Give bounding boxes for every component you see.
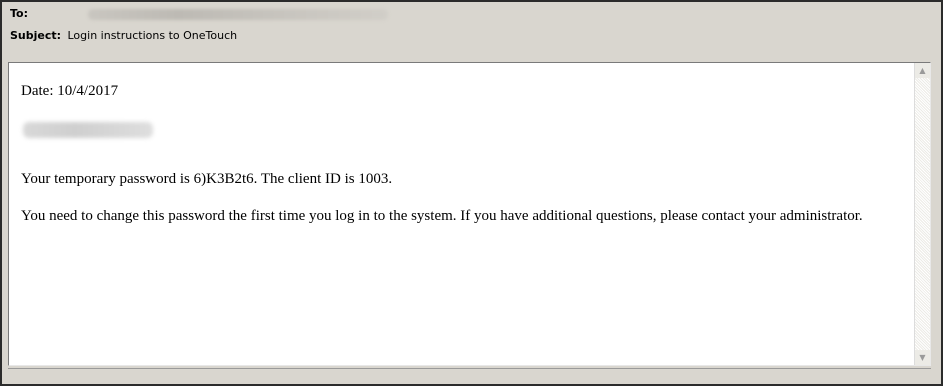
email-window: To: Subject: Login instructions to OneTo… xyxy=(0,0,943,386)
message-date: Date: 10/4/2017 xyxy=(21,83,119,99)
scroll-up-icon[interactable]: ▲ xyxy=(915,63,930,78)
vertical-scrollbar[interactable]: ▲ ▼ xyxy=(914,63,930,365)
status-bar xyxy=(8,368,931,383)
to-row: To: xyxy=(10,6,68,22)
subject-value: Login instructions to OneTouch xyxy=(67,29,238,42)
message-body[interactable]: Date: 10/4/2017 Your temporary password … xyxy=(8,62,931,366)
subject-label: Subject: xyxy=(10,29,62,42)
subject-row: Subject: Login instructions to OneTouch xyxy=(10,28,237,44)
message-instructions: You need to change this password the fir… xyxy=(21,208,863,224)
redacted-recipient-name xyxy=(23,122,153,138)
to-redacted-address xyxy=(88,9,388,20)
email-header: To: Subject: Login instructions to OneTo… xyxy=(2,2,941,58)
message-password-line: Your temporary password is 6)K3B2t6. The… xyxy=(21,171,393,187)
scroll-down-icon[interactable]: ▼ xyxy=(915,350,930,365)
to-label: To: xyxy=(10,7,28,20)
